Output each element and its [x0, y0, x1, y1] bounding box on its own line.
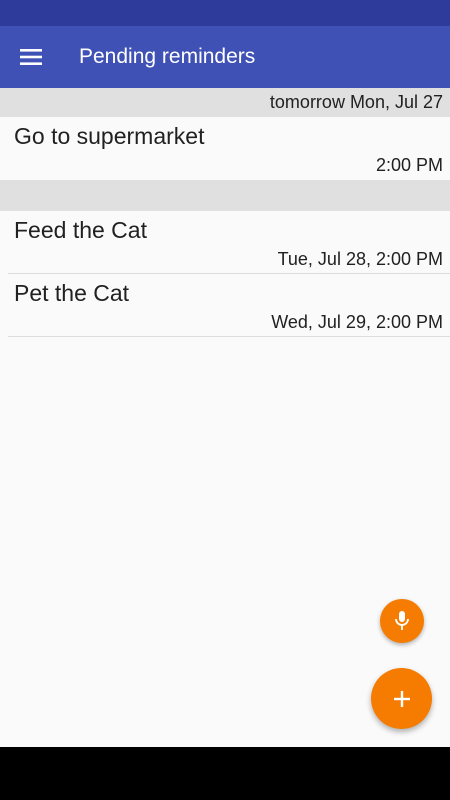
add-reminder-button[interactable]: [371, 668, 432, 729]
reminder-item[interactable]: Go to supermarket 2:00 PM: [8, 117, 450, 180]
navigation-bar: [0, 747, 450, 800]
reminder-title: Feed the Cat: [14, 217, 147, 243]
screen: Pending reminders tomorrow Mon, Jul 27 G…: [0, 0, 450, 800]
microphone-icon: [395, 611, 409, 630]
reminder-time: Wed, Jul 29, 2:00 PM: [271, 312, 443, 332]
reminder-time: Tue, Jul 28, 2:00 PM: [277, 249, 443, 269]
reminder-item[interactable]: Feed the Cat Tue, Jul 28, 2:00 PM: [8, 211, 450, 274]
hamburger-menu-icon[interactable]: [16, 42, 46, 72]
reminder-title: Pet the Cat: [14, 280, 130, 306]
reminder-title: Go to supermarket: [14, 123, 205, 149]
reminder-list: tomorrow Mon, Jul 27 Go to supermarket 2…: [0, 88, 450, 337]
section-header-tomorrow: tomorrow Mon, Jul 27: [0, 88, 450, 117]
page-title: Pending reminders: [79, 45, 256, 68]
reminder-time: 2:00 PM: [375, 155, 443, 175]
status-bar: [0, 0, 450, 26]
section-header-later: [0, 180, 450, 211]
app-bar: Pending reminders: [0, 26, 450, 88]
reminder-item[interactable]: Pet the Cat Wed, Jul 29, 2:00 PM: [8, 274, 450, 337]
plus-icon: [393, 690, 410, 707]
voice-input-button[interactable]: [380, 599, 424, 643]
